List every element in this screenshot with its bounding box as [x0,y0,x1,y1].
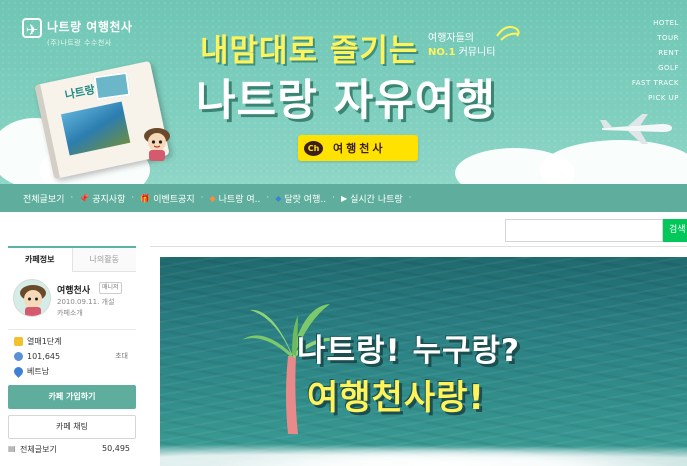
banner-headline-main: 나트랑 자유여행 [196,76,496,126]
members-icon [14,352,23,361]
tagline-line2: 커뮤니티 [458,47,496,58]
location-row: 베트남 [12,364,136,379]
all-posts-label: 전체글보기 [20,445,57,454]
swirl-decoration-icon [496,26,520,41]
nav-dalat-travel-label: 달랏 여행.. [284,194,327,205]
notebook-title: 나트랑 [63,82,97,102]
cafe-page: ✈ 나트랑 여행천사 (주)나트랑 수수천사 나트랑 내맘대로 즐기는 여행자들… [0,0,687,466]
logo-angel-icon: ✈ [22,18,42,39]
cafe-banner: ✈ 나트랑 여행천사 (주)나트랑 수수천사 나트랑 내맘대로 즐기는 여행자들… [0,0,687,184]
nav-separator: · [332,193,335,203]
logo-title: 나트랑 여행천사 [47,20,133,34]
kakao-channel-icon: Ch [304,140,323,156]
content-divider [150,246,687,247]
hero-subheadline: 여행천사랑! [307,378,485,418]
nav-live-nhatrang-label: 실시간 나트랑 [350,194,403,205]
banner-side-menu: HOTEL TOUR RENT GOLF FAST TRACK PICK UP [632,16,679,106]
cafe-search-input[interactable] [505,219,663,242]
nav-nhatrang-travel-label: 나트랑 여.. [218,194,261,205]
side-menu-hotel[interactable]: HOTEL [632,16,679,31]
pin-icon: 📌 [79,193,90,203]
nav-dalat-travel[interactable]: ◆ 달랏 여행.. [275,192,326,205]
tab-cafe-info[interactable]: 카페정보 [8,248,73,272]
tab-my-activity[interactable]: 나의활동 [72,248,136,272]
cafe-intro-link[interactable]: 카페소개 [57,308,83,318]
cafe-profile: 여행천사 매니저 2010.09.11. 개설 카페소개 [8,272,136,330]
cafe-chat-button[interactable]: 카페 채팅 [8,415,136,439]
nav-separator: · [408,193,412,203]
invite-link[interactable]: 초대 [115,351,128,361]
manager-badge: 매니저 [99,282,122,294]
cloud-decoration [540,140,687,184]
fruit-level-icon [14,337,23,346]
postcard-illustration [93,71,131,101]
nav-event-notice[interactable]: 🎁 이벤트공지 [140,192,194,205]
cafe-created-date: 2010.09.11. 개설 [57,298,115,306]
cafe-menu-bar: 전체글보기 · 📌 공지사항 · 🎁 이벤트공지 · ◆ 나트랑 여.. · ◆… [0,184,687,212]
nav-event-notice-label: 이벤트공지 [153,194,195,205]
airplane-icon [600,114,672,144]
join-cafe-button[interactable]: 카페 가입하기 [8,385,136,409]
side-menu-fast-track[interactable]: FAST TRACK [632,76,679,91]
diamond-icon: ◆ [209,193,216,203]
cafe-location: 베트남 [27,367,50,376]
mascot-icon [144,128,170,161]
nav-separator: · [200,193,204,203]
tagline-line1: 여행자들의 [428,33,474,44]
sidebar-tabs: 카페정보 나의활동 [8,246,136,272]
location-pin-icon [12,365,25,378]
cafe-search-button[interactable]: 검색 [663,219,687,242]
nav-notice[interactable]: 📌 공지사항 [79,192,125,205]
side-menu-rent[interactable]: RENT [632,46,679,61]
cafe-sidebar: 카페정보 나의활동 여행천사 매니저 2010.09.11. 개설 카페소개 열… [8,246,136,466]
cafe-name: 여행천사 [57,286,91,296]
kakao-channel-label: 여행천사 [333,142,386,155]
notebook-photo [60,101,131,156]
nav-notice-label: 공지사항 [92,194,126,205]
nav-all-posts-label: 전체글보기 [23,194,65,205]
cafe-level-row: 열매1단계 [14,334,136,349]
hero-headline: 나트랑! 누구랑? [297,333,521,369]
nav-live-nhatrang[interactable]: ▶ 실시간 나트랑 [341,192,403,205]
play-icon: ▶ [340,193,348,203]
cafe-level: 열매1단계 [27,337,62,346]
nav-separator: · [266,193,270,203]
member-count-row[interactable]: 101,645 초대 [14,349,136,364]
sidebar-all-posts[interactable]: 전체글보기 50,495 [8,444,136,458]
side-menu-pick-up[interactable]: PICK UP [632,91,679,106]
cafe-logo[interactable]: ✈ 나트랑 여행천사 (주)나트랑 수수천사 [22,18,132,48]
kakao-channel-button[interactable]: Ch 여행천사 [298,135,418,161]
all-posts-count: 50,495 [102,444,130,453]
mascot-avatar-icon [14,280,50,316]
side-menu-golf[interactable]: GOLF [632,61,679,76]
tagline-no1: NO.1 [428,47,456,58]
nav-nhatrang-travel[interactable]: ◆ 나트랑 여.. [210,192,261,205]
diamond-icon: ◆ [275,193,282,203]
cafe-stats: 열매1단계 101,645 초대 베트남 [8,330,136,379]
banner-headline-top: 내맘대로 즐기는 [200,33,419,69]
gift-icon: 🎁 [140,193,151,203]
member-count: 101,645 [27,352,61,361]
nav-all-posts[interactable]: 전체글보기 [23,192,64,205]
cafe-avatar[interactable] [13,279,51,317]
side-menu-tour[interactable]: TOUR [632,31,679,46]
banner-tagline: 여행자들의 NO.1 커뮤니티 [428,32,495,60]
wave-foam [160,440,687,466]
nav-separator: · [70,193,74,203]
logo-subtitle: (주)나트랑 수수천사 [47,39,112,47]
nav-separator: · [131,193,135,203]
